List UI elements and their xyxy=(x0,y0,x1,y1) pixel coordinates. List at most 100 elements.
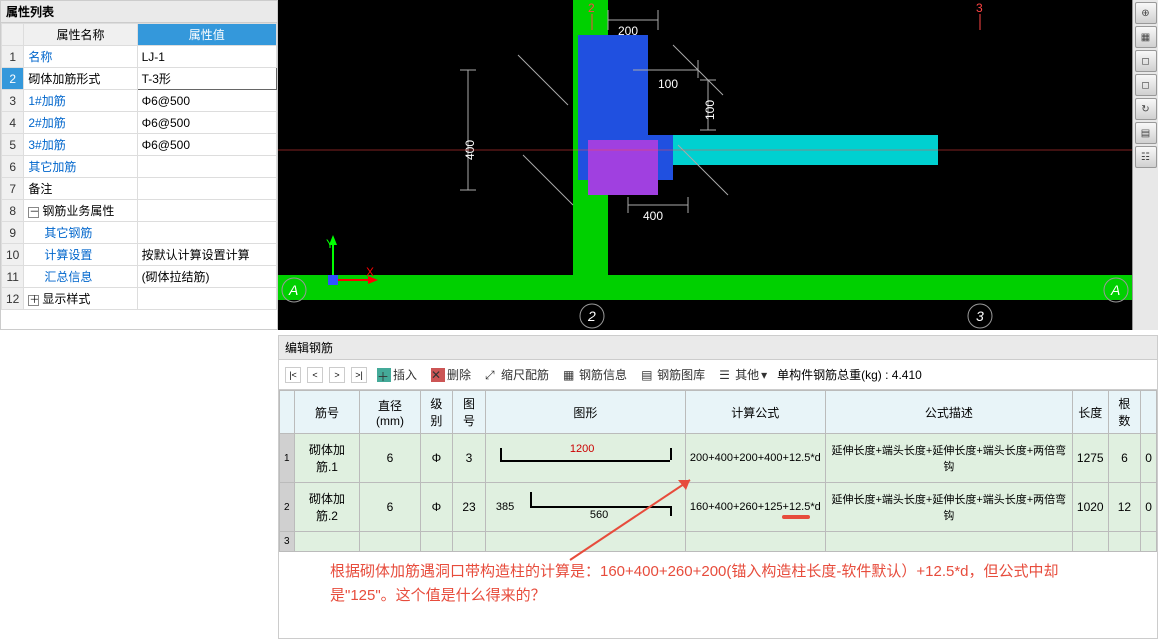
prop-value[interactable]: Φ6@500 xyxy=(137,90,276,112)
prop-value[interactable] xyxy=(137,200,276,222)
row-number: 9 xyxy=(2,222,24,244)
rebar-fig[interactable]: 23 xyxy=(453,483,486,532)
svg-text:2: 2 xyxy=(587,308,596,324)
rebar-col-header: 长度 xyxy=(1072,391,1108,434)
dim-200: 200 xyxy=(618,24,638,38)
insert-button[interactable]: ＋插入 xyxy=(373,364,421,385)
nav-first[interactable]: |< xyxy=(285,367,301,383)
empty-cell[interactable] xyxy=(1072,532,1108,552)
row-number: 1 xyxy=(2,46,24,68)
view-tool-6[interactable]: ☷ xyxy=(1135,146,1157,168)
rebar-desc[interactable]: 延伸长度+端头长度+延伸长度+端头长度+两倍弯钩 xyxy=(825,483,1072,532)
property-panel: 属性列表 属性名称 属性值 1 名称 LJ-12 砌体加筋形式 T-3形3 1#… xyxy=(0,0,278,330)
row-number: 8 xyxy=(2,200,24,222)
prop-value[interactable]: 按默认计算设置计算 xyxy=(137,244,276,266)
view-tool-0[interactable]: ⊕ xyxy=(1135,2,1157,24)
rebar-col-header: 直径(mm) xyxy=(360,391,420,434)
col-header-name: 属性名称 xyxy=(24,24,137,46)
weight-label: 单构件钢筋总重(kg) : 4.410 xyxy=(777,366,922,383)
rebar-dia[interactable]: 6 xyxy=(360,483,420,532)
info-button[interactable]: ▦钢筋信息 xyxy=(559,364,631,385)
nav-last[interactable]: >| xyxy=(351,367,367,383)
prop-value[interactable] xyxy=(137,222,276,244)
col-header-value: 属性值 xyxy=(137,24,276,46)
svg-text:2: 2 xyxy=(588,1,595,15)
delete-button[interactable]: ✕删除 xyxy=(427,364,475,385)
rebar-grade[interactable]: Φ xyxy=(420,434,453,483)
rebar-cnt[interactable]: 12 xyxy=(1108,483,1141,532)
prop-name[interactable]: 汇总信息 xyxy=(24,266,137,288)
prop-name[interactable]: 名称 xyxy=(24,46,137,68)
prop-value[interactable]: (砌体拉结筋) xyxy=(137,266,276,288)
rebar-col-header: 计算公式 xyxy=(685,391,825,434)
rebar-id[interactable]: 砌体加筋.1 xyxy=(294,434,360,483)
prop-name[interactable]: －钢筋业务属性 xyxy=(24,200,137,222)
nav-prev[interactable]: < xyxy=(307,367,323,383)
prop-name[interactable]: 3#加筋 xyxy=(24,134,137,156)
rebar-grade[interactable]: Φ xyxy=(420,483,453,532)
svg-text:Y: Y xyxy=(326,237,334,251)
prop-name[interactable]: 备注 xyxy=(24,178,137,200)
cad-viewport[interactable]: 200 100 100 400 400 Y X A A 2 3 2 3 xyxy=(278,0,1132,330)
row-number: 7 xyxy=(2,178,24,200)
prop-name[interactable]: 计算设置 xyxy=(24,244,137,266)
rebar-fig[interactable]: 3 xyxy=(453,434,486,483)
rebar-ext[interactable]: 0 xyxy=(1141,483,1157,532)
empty-cell[interactable] xyxy=(1108,532,1141,552)
rebar-len[interactable]: 1020 xyxy=(1072,483,1108,532)
dim-100b: 100 xyxy=(703,100,717,120)
view-tool-5[interactable]: ▤ xyxy=(1135,122,1157,144)
row-header-blank xyxy=(2,24,24,46)
empty-cell[interactable] xyxy=(453,532,486,552)
empty-cell[interactable] xyxy=(294,532,360,552)
svg-text:X: X xyxy=(366,265,374,279)
prop-name[interactable]: 砌体加筋形式 xyxy=(24,68,137,90)
lib-button[interactable]: ▤钢筋图库 xyxy=(637,364,709,385)
row-number: 3 xyxy=(2,90,24,112)
rebar-len[interactable]: 1275 xyxy=(1072,434,1108,483)
rebar-row-num: 2 xyxy=(280,483,295,532)
empty-cell[interactable] xyxy=(825,532,1072,552)
prop-value[interactable]: Φ6@500 xyxy=(137,134,276,156)
rebar-id[interactable]: 砌体加筋.2 xyxy=(294,483,360,532)
prop-name[interactable]: 1#加筋 xyxy=(24,90,137,112)
beam-horizontal xyxy=(278,275,1132,300)
row-number: 2 xyxy=(2,68,24,90)
prop-value[interactable] xyxy=(137,288,276,310)
prop-name[interactable]: ＋显示样式 xyxy=(24,288,137,310)
view-tool-4[interactable]: ↻ xyxy=(1135,98,1157,120)
rebar-toolbar: |< < > >| ＋插入 ✕删除 ⤢缩尺配筋 ▦钢筋信息 ▤钢筋图库 ☰其他 … xyxy=(279,360,1157,390)
prop-value[interactable] xyxy=(137,178,276,200)
view-tool-1[interactable]: ▦ xyxy=(1135,26,1157,48)
row-number: 6 xyxy=(2,156,24,178)
prop-name[interactable]: 其它加筋 xyxy=(24,156,137,178)
prop-name[interactable]: 2#加筋 xyxy=(24,112,137,134)
empty-cell[interactable] xyxy=(1141,532,1157,552)
prop-value[interactable]: LJ-1 xyxy=(137,46,276,68)
view-tool-2[interactable]: ◻ xyxy=(1135,50,1157,72)
empty-cell[interactable] xyxy=(360,532,420,552)
empty-cell[interactable] xyxy=(420,532,453,552)
row-number: 4 xyxy=(2,112,24,134)
svg-text:3: 3 xyxy=(976,1,983,15)
rebar-col-header: 图形 xyxy=(485,391,685,434)
rebar-col-header xyxy=(1141,391,1157,434)
svg-text:3: 3 xyxy=(976,308,984,324)
other-button[interactable]: ☰其他 ▾ xyxy=(715,364,771,385)
prop-value[interactable] xyxy=(137,156,276,178)
annotation-arrow xyxy=(560,470,710,570)
rebar-cnt[interactable]: 6 xyxy=(1108,434,1141,483)
rebar-desc[interactable]: 延伸长度+端头长度+延伸长度+端头长度+两倍弯钩 xyxy=(825,434,1072,483)
nav-next[interactable]: > xyxy=(329,367,345,383)
rebar-dia[interactable]: 6 xyxy=(360,434,420,483)
view-tool-3[interactable]: ◻ xyxy=(1135,74,1157,96)
property-table: 属性名称 属性值 1 名称 LJ-1 2 砌体加筋形式 T-3形 3 1#加筋 Φ6… xyxy=(1,23,277,310)
svg-text:A: A xyxy=(288,282,298,298)
rebar-ext[interactable]: 0 xyxy=(1141,434,1157,483)
prop-value[interactable]: Φ6@500 xyxy=(137,112,276,134)
scale-button[interactable]: ⤢缩尺配筋 xyxy=(481,364,553,385)
prop-value[interactable]: T-3形 xyxy=(137,68,276,90)
dim-100a: 100 xyxy=(658,77,678,91)
prop-name[interactable]: 其它钢筋 xyxy=(24,222,137,244)
rebar-row-num: 1 xyxy=(280,434,295,483)
